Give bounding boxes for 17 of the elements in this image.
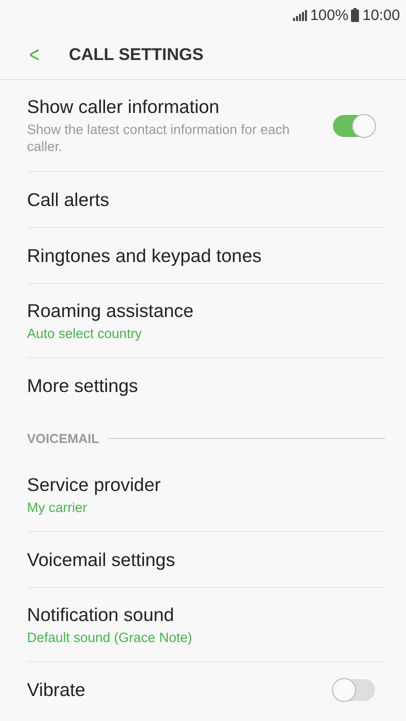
toggle-switch[interactable] — [333, 679, 375, 701]
settings-item[interactable]: Vibrate — [27, 662, 385, 718]
settings-item[interactable]: Call alerts — [27, 172, 385, 228]
settings-item[interactable]: Roaming assistance Auto select country — [27, 284, 385, 358]
settings-item[interactable]: Ringtones and keypad tones — [27, 228, 385, 284]
signal-icon — [293, 10, 308, 20]
clock: 10:00 — [362, 6, 400, 24]
settings-item[interactable]: More settings — [27, 358, 385, 414]
settings-item[interactable]: Service provider My carrier — [27, 458, 385, 532]
settings-item[interactable]: Voicemail settings — [27, 532, 385, 588]
section-header: VOICEMAIL — [27, 430, 100, 446]
settings-item[interactable]: Show caller information Show the latest contact information for each caller. — [27, 80, 385, 172]
battery-percentage: 100% — [310, 6, 348, 24]
battery-icon — [351, 8, 360, 22]
screen-title: CALL SETTINGS — [68, 44, 204, 64]
toggle-switch[interactable] — [333, 114, 375, 136]
settings-item[interactable]: Notification sound Default sound (Grace Note) — [27, 588, 385, 662]
